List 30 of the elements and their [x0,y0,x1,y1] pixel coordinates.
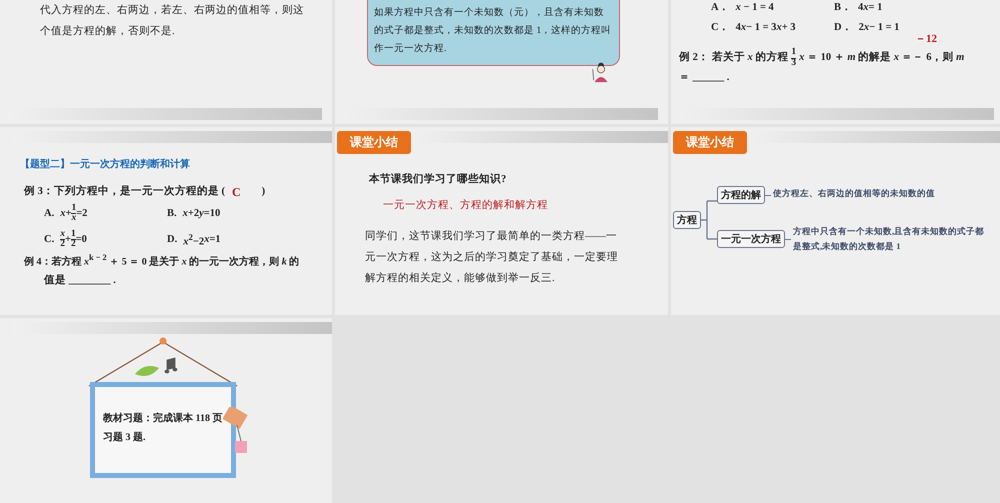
answer-option: A． x − 1 = 4 [711,0,834,14]
answer-blank: ＝ ______ . [679,71,730,85]
example-question: 例 4：若方程 x$^{k − 2}$ ＋ 5 ＝ 0 是关于 x 的一元一次方程，则 k 的 [24,252,300,270]
exercise-text: 教材习题：完成课本 118 页习题 3 题. [103,411,223,445]
explanation-text: 代入方程的左、右两边，若左、右两边的值相等，则这个值是方程的解，否则不是. [40,3,305,39]
answer-blank: 值是 ________ . [44,274,117,288]
answer-option: B． 4x= 1 [834,0,996,14]
definition-callout: 如果方程中只含有一个未知数（元），且含有未知数的式子都是整式，未知数的次数都是 1，这样的方程叫作一元一次方程. [367,0,620,66]
summary-paragraph: 同学们，这节课我们学习了最简单的一类方程——一元一次方程，这为之后的学习奠定了基础，一定要理解方程的相关定义，能够做到举一反三. [365,229,619,286]
node-description: 方程中只含有一个未知数,且含有未知数的式子都是整式,未知数的次数都是 1 [793,225,986,254]
section-tag: 课堂小结 [673,131,747,154]
answer-text: C [232,184,241,201]
answer-option: C． 4x− 1 = 3x+ 3 [711,20,834,34]
mindmap-node: 方程的解 [717,186,765,204]
answer-option: D． 2x− 1 = 1 [834,20,996,34]
connector-line [701,199,717,242]
closing-parenthesis: ) [262,185,266,200]
mindmap-root: 方程 [673,211,701,230]
node-description: 使方程左、右两边的值相等的未知数的值 [773,187,936,200]
answer-option: D. x$^{2}$−2x=1 [167,230,324,250]
answer-text: 一元一次方程、方程的解和解方程 [383,198,549,212]
answer-option: B. x+2y=10 [167,204,324,224]
example-question: 例 3：下列方程中，是一元一次方程的是 ( [24,184,225,200]
section-tag: 课堂小结 [337,131,411,154]
mindmap-node: 一元一次方程 [717,230,785,248]
section-heading: 【题型二】一元一次方程的判断和计算 [20,157,191,171]
connector-line [765,194,771,196]
connector-line [785,238,791,240]
answer-text: －12 [915,34,937,45]
question-text: 本节课我们学习了哪些知识? [369,172,508,186]
